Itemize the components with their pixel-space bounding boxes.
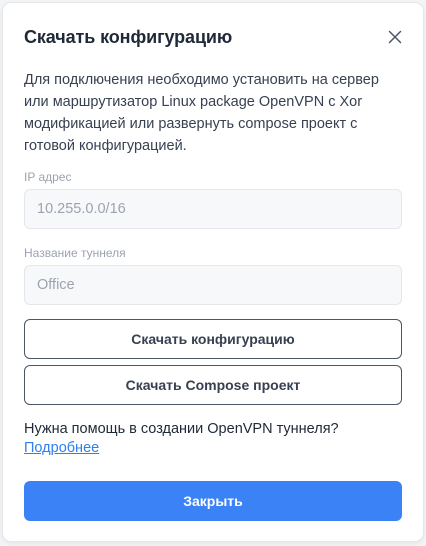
download-config-button[interactable]: Скачать конфигурацию — [24, 319, 402, 359]
tunnel-name-input[interactable] — [24, 265, 402, 305]
tunnel-name-label: Название туннеля — [24, 246, 126, 260]
dialog-title: Скачать конфигурацию — [24, 26, 233, 47]
dialog-header: Скачать конфигурацию — [24, 25, 407, 49]
help-section: Нужна помощь в создании OpenVPN туннеля?… — [24, 420, 404, 458]
more-info-link[interactable]: Подробнее — [24, 440, 99, 456]
dialog-description: Для подключения необходимо установить на… — [24, 72, 379, 154]
help-text: Нужна помощь в создании OpenVPN туннеля? — [24, 421, 339, 437]
ip-address-input[interactable] — [24, 189, 402, 229]
ip-address-label: IP адрес — [24, 170, 72, 184]
close-icon — [388, 30, 402, 44]
download-compose-button[interactable]: Скачать Compose проект — [24, 365, 402, 405]
close-dialog-button[interactable]: Закрыть — [24, 481, 402, 521]
close-button[interactable] — [383, 25, 407, 49]
download-config-dialog: Скачать конфигурацию Для подключения нео… — [3, 3, 423, 541]
